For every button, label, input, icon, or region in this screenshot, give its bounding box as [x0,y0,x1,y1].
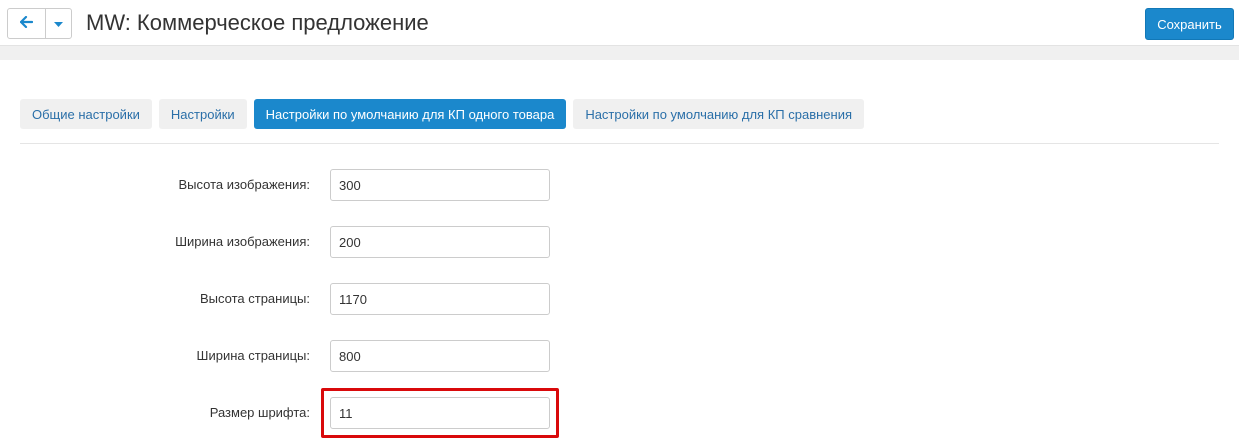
navigation-button-group [7,8,72,39]
image-width-input[interactable] [330,226,550,258]
back-button[interactable] [8,9,46,38]
font-size-input[interactable] [330,397,550,429]
image-width-label: Ширина изображения: [175,234,310,249]
page-title: MW: Коммерческое предложение [86,10,429,35]
form-row-font-size: Размер шрифта: [0,397,600,429]
save-button[interactable]: Сохранить [1145,8,1234,40]
page-height-input[interactable] [330,283,550,315]
back-history-dropdown-button[interactable] [46,9,71,38]
page-width-input[interactable] [330,340,550,372]
arrow-left-icon [19,15,34,33]
font-size-label: Размер шрифта: [209,405,310,420]
form-row-image-width: Ширина изображения: [0,226,600,258]
form-row-image-height: Высота изображения: [0,169,600,201]
form-row-page-width: Ширина страницы: [0,340,600,372]
image-height-label: Высота изображения: [178,177,311,192]
caret-down-icon [54,15,63,33]
image-height-input[interactable] [330,169,550,201]
tab-settings[interactable]: Настройки [158,99,247,129]
page-height-label: Высота страницы: [199,291,310,306]
settings-panel: Общие настройки Настройки Настройки по у… [0,60,1239,448]
tab-single-product-defaults[interactable]: Настройки по умолчанию для КП одного тов… [253,99,567,129]
top-toolbar: MW: Коммерческое предложение Сохранить [0,0,1239,46]
page-width-label: Ширина страницы: [196,348,310,363]
tab-general-settings[interactable]: Общие настройки [20,99,152,129]
tabs-divider [20,143,1219,144]
settings-tabs: Общие настройки Настройки Настройки по у… [20,99,864,129]
form-row-page-height: Высота страницы: [0,283,600,315]
tab-comparison-defaults[interactable]: Настройки по умолчанию для КП сравнения [573,99,864,129]
